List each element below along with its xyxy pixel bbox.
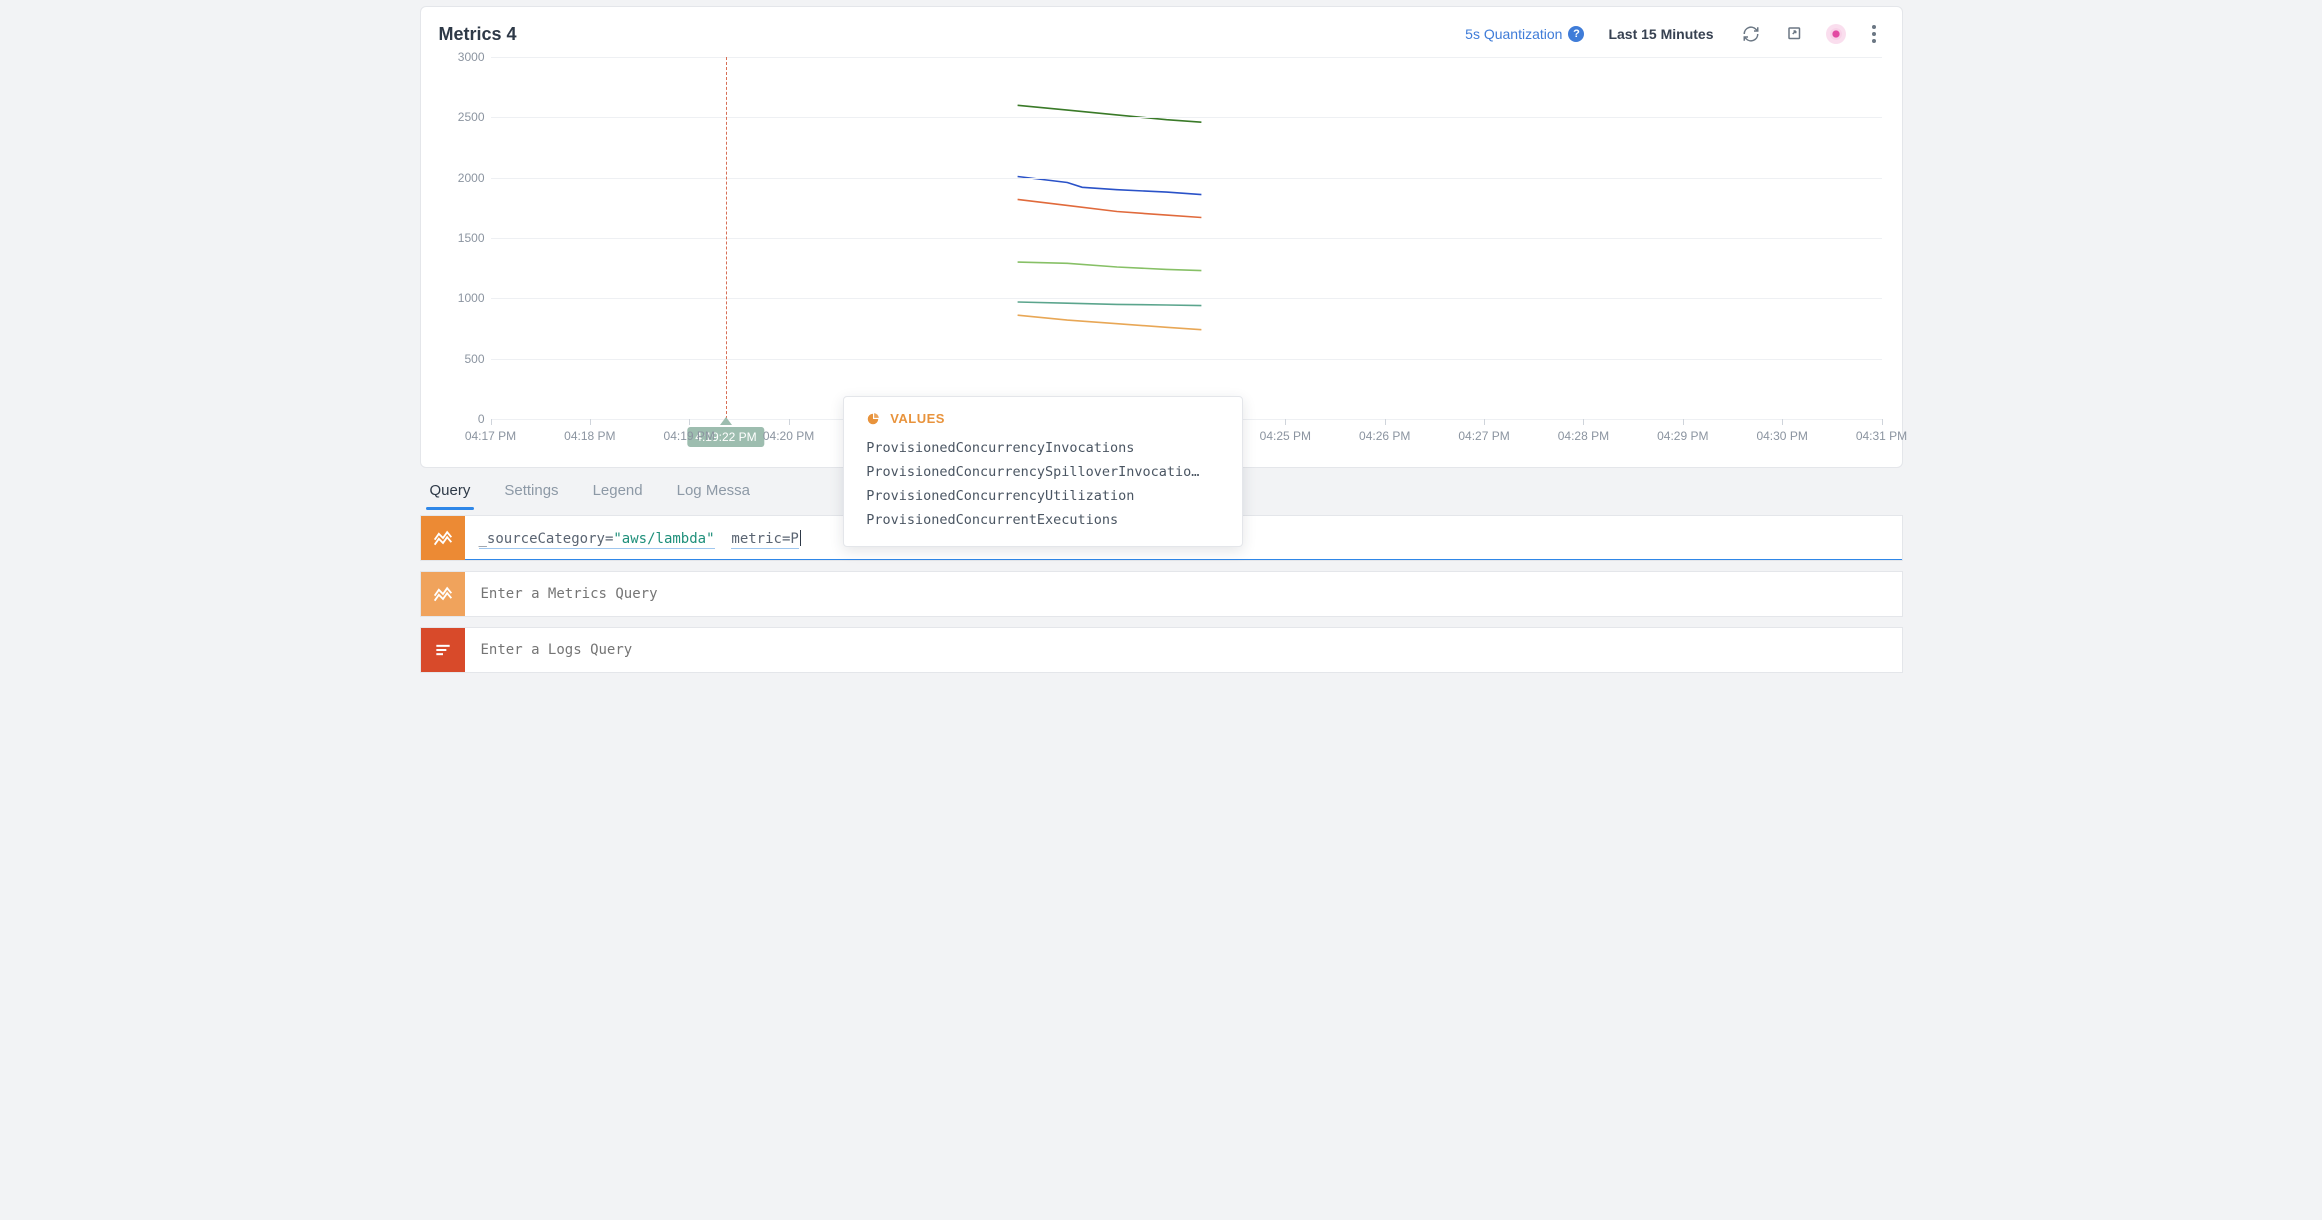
metrics-query-input-empty[interactable]	[479, 585, 1888, 603]
autocomplete-item[interactable]: ProvisionedConcurrentExecutions	[866, 508, 1220, 532]
series-series-amber[interactable]	[1017, 315, 1201, 330]
x-tick-mark	[1285, 419, 1286, 425]
autocomplete-item[interactable]: ProvisionedConcurrencySpilloverInvocatio…	[866, 460, 1220, 484]
series-series-orange[interactable]	[1017, 199, 1201, 217]
x-tick-label: 04:20 PM	[763, 429, 814, 443]
share-icon[interactable]	[1782, 21, 1808, 47]
x-tick-mark	[1484, 419, 1485, 425]
timerange-selector[interactable]: Last 15 Minutes	[1602, 26, 1719, 42]
x-tick-label: 04:31 PM	[1856, 429, 1907, 443]
x-tick-mark	[789, 419, 790, 425]
x-tick-label: 04:30 PM	[1756, 429, 1807, 443]
y-axis: 050010001500200025003000	[435, 57, 491, 419]
x-tick-label: 04:18 PM	[564, 429, 615, 443]
x-tick-mark	[689, 419, 690, 425]
metrics-query-row-empty[interactable]	[420, 571, 1903, 617]
autocomplete-item[interactable]: ProvisionedConcurrencyInvocations	[866, 436, 1220, 460]
x-tick-mark	[1882, 419, 1883, 425]
series-series-blue[interactable]	[1017, 177, 1201, 195]
gridline	[491, 359, 1882, 360]
y-tick-label: 1000	[458, 291, 485, 305]
live-indicator-icon[interactable]	[1826, 24, 1846, 44]
x-tick-label: 04:26 PM	[1359, 429, 1410, 443]
x-tick-label: 04:19 PM	[664, 429, 715, 443]
refresh-icon[interactable]	[1738, 21, 1764, 47]
metrics-query-handle-icon[interactable]	[421, 516, 465, 560]
autocomplete-popup[interactable]: VALUES ProvisionedConcurrencyInvocations…	[843, 396, 1243, 547]
metrics-query-handle-icon[interactable]	[421, 572, 465, 616]
plot-area[interactable]: 4:19:22 PM	[491, 57, 1882, 419]
panel-title: Metrics 4	[439, 24, 1448, 45]
gridline	[491, 57, 1882, 58]
tab-legend[interactable]: Legend	[593, 482, 643, 509]
gridline	[491, 298, 1882, 299]
gridline	[491, 238, 1882, 239]
autocomplete-item[interactable]: ProvisionedConcurrencyUtilization	[866, 484, 1220, 508]
metrics-panel: Metrics 4 5s Quantization ? Last 15 Minu…	[420, 6, 1903, 468]
x-tick-mark	[1782, 419, 1783, 425]
series-series-teal[interactable]	[1017, 302, 1201, 306]
x-tick-mark	[1583, 419, 1584, 425]
gridline	[491, 178, 1882, 179]
logs-query-input[interactable]	[479, 641, 1888, 659]
x-tick-label: 04:17 PM	[465, 429, 516, 443]
series-series-dark-green[interactable]	[1017, 105, 1201, 122]
logs-query-handle-icon[interactable]	[421, 628, 465, 672]
x-tick-label: 04:28 PM	[1558, 429, 1609, 443]
quantization-selector[interactable]: 5s Quantization ?	[1465, 26, 1584, 42]
tab-settings[interactable]: Settings	[504, 482, 558, 509]
tab-log-messa[interactable]: Log Messa	[677, 482, 750, 509]
x-tick-mark	[1683, 419, 1684, 425]
metrics-chart[interactable]: 050010001500200025003000 4:19:22 PM 04:1…	[435, 57, 1888, 467]
autocomplete-header: VALUES	[866, 411, 1220, 426]
quantization-label: 5s Quantization	[1465, 26, 1562, 42]
logs-query-row[interactable]	[420, 627, 1903, 673]
y-tick-label: 2500	[458, 110, 485, 124]
help-icon[interactable]: ?	[1568, 26, 1584, 42]
gridline	[491, 117, 1882, 118]
y-tick-label: 1500	[458, 231, 485, 245]
time-marker-line[interactable]	[726, 57, 727, 419]
series-series-light-green[interactable]	[1017, 262, 1201, 271]
y-tick-label: 2000	[458, 171, 485, 185]
y-tick-label: 0	[478, 412, 485, 426]
x-tick-mark	[590, 419, 591, 425]
x-tick-label: 04:29 PM	[1657, 429, 1708, 443]
x-tick-label: 04:27 PM	[1458, 429, 1509, 443]
x-tick-label: 04:25 PM	[1260, 429, 1311, 443]
x-tick-mark	[1385, 419, 1386, 425]
panel-header: Metrics 4 5s Quantization ? Last 15 Minu…	[435, 15, 1888, 57]
y-tick-label: 3000	[458, 50, 485, 64]
y-tick-label: 500	[464, 352, 484, 366]
x-tick-mark	[491, 419, 492, 425]
more-menu-icon[interactable]	[1864, 21, 1884, 47]
tab-query[interactable]: Query	[430, 482, 471, 509]
